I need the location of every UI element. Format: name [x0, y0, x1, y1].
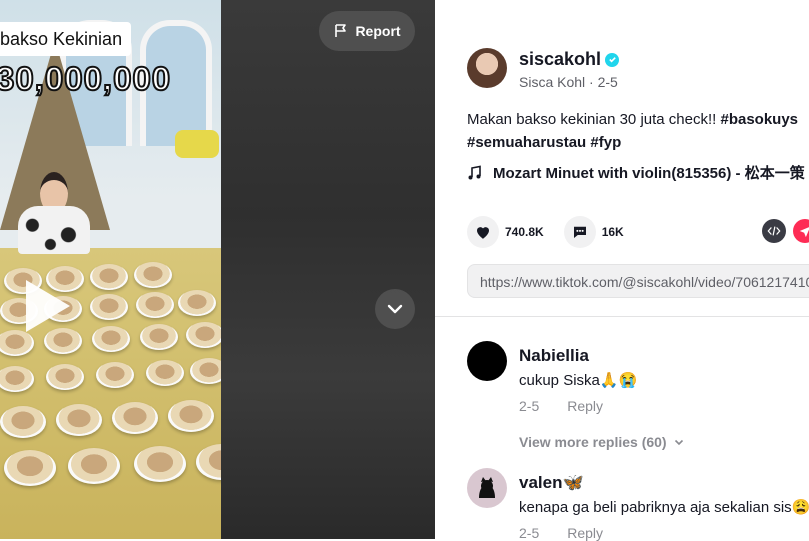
author-display-name: Sisca Kohl — [519, 74, 586, 90]
author-avatar[interactable] — [467, 48, 507, 88]
play-icon[interactable] — [26, 280, 70, 332]
comment-count: 16K — [601, 225, 624, 239]
video-scene-car — [175, 130, 219, 158]
comment-text: kenapa ga beli pabriknya aja sekalian si… — [519, 499, 809, 516]
view-more-replies-button[interactable]: View more replies (60) — [519, 434, 685, 450]
divider — [435, 316, 809, 317]
commenter-avatar[interactable] — [467, 341, 507, 381]
author-username[interactable]: siscakohl — [519, 49, 620, 70]
share-buttons — [762, 219, 809, 243]
like-button[interactable] — [467, 216, 499, 248]
author-username-text: siscakohl — [519, 49, 602, 69]
video-url: https://www.tiktok.com/@siscakohl/video/… — [480, 274, 809, 290]
video-player[interactable]: bakso Kekinian 30,000,000 Report — [0, 0, 435, 539]
comment-date: 2-5 — [519, 398, 540, 414]
comment-text: cukup Siska🙏😭 — [519, 372, 638, 389]
view-more-replies-label: View more replies (60) — [519, 434, 667, 450]
video-blur-background — [221, 0, 435, 539]
comment-meta: 2-5 Reply — [519, 398, 631, 414]
video-caption-label: bakso Kekinian — [0, 22, 132, 56]
comment-button[interactable] — [563, 216, 596, 248]
music-link[interactable]: Mozart Minuet with violin(815356) - 松本一策 — [467, 162, 805, 183]
separator: · — [589, 74, 594, 90]
verified-badge-icon — [605, 52, 620, 67]
action-bar: 740.8K 16K — [467, 216, 644, 248]
comment-dots-icon — [573, 226, 586, 238]
chevron-down-icon — [387, 304, 403, 314]
code-icon — [767, 226, 781, 236]
video-description: Makan bakso kekinian 30 juta check!! #ba… — [467, 108, 809, 154]
report-button[interactable]: Report — [319, 11, 415, 51]
send-icon — [799, 227, 809, 238]
like-count: 740.8K — [505, 225, 544, 239]
copy-link-field[interactable]: https://www.tiktok.com/@siscakohl/video/… — [467, 264, 809, 298]
hashtag-link[interactable]: #semuaharustau — [467, 134, 586, 151]
video-scene-person — [18, 172, 90, 254]
description-text: Makan bakso kekinian 30 juta check!! — [467, 111, 721, 128]
next-video-button[interactable] — [375, 289, 415, 329]
video-info-panel: siscakohl Sisca Kohl · 2-5 Makan bakso k… — [435, 0, 809, 541]
hashtag-link[interactable]: #fyp — [590, 134, 621, 151]
commenter-name[interactable]: Nabiellia — [519, 346, 589, 366]
author-subline: Sisca Kohl · 2-5 — [519, 74, 618, 90]
commenter-name[interactable]: valen🦋 — [519, 473, 584, 493]
avatar-cat-icon — [479, 477, 495, 498]
embed-button[interactable] — [762, 219, 786, 243]
reply-button[interactable]: Reply — [567, 398, 603, 414]
send-button[interactable] — [793, 219, 809, 243]
music-title: Mozart Minuet with violin(815356) - 松本一策 — [493, 165, 805, 182]
chevron-down-icon — [674, 439, 683, 446]
flag-icon — [335, 24, 347, 37]
post-date: 2-5 — [597, 74, 618, 90]
heart-icon — [477, 227, 489, 239]
commenter-avatar[interactable] — [467, 468, 507, 508]
music-note-icon — [468, 165, 481, 179]
hashtag-link[interactable]: #basokuys — [720, 111, 798, 128]
video-frame[interactable]: bakso Kekinian 30,000,000 — [0, 0, 221, 539]
report-label: Report — [355, 23, 401, 39]
video-caption-price: 30,000,000 — [0, 59, 172, 98]
